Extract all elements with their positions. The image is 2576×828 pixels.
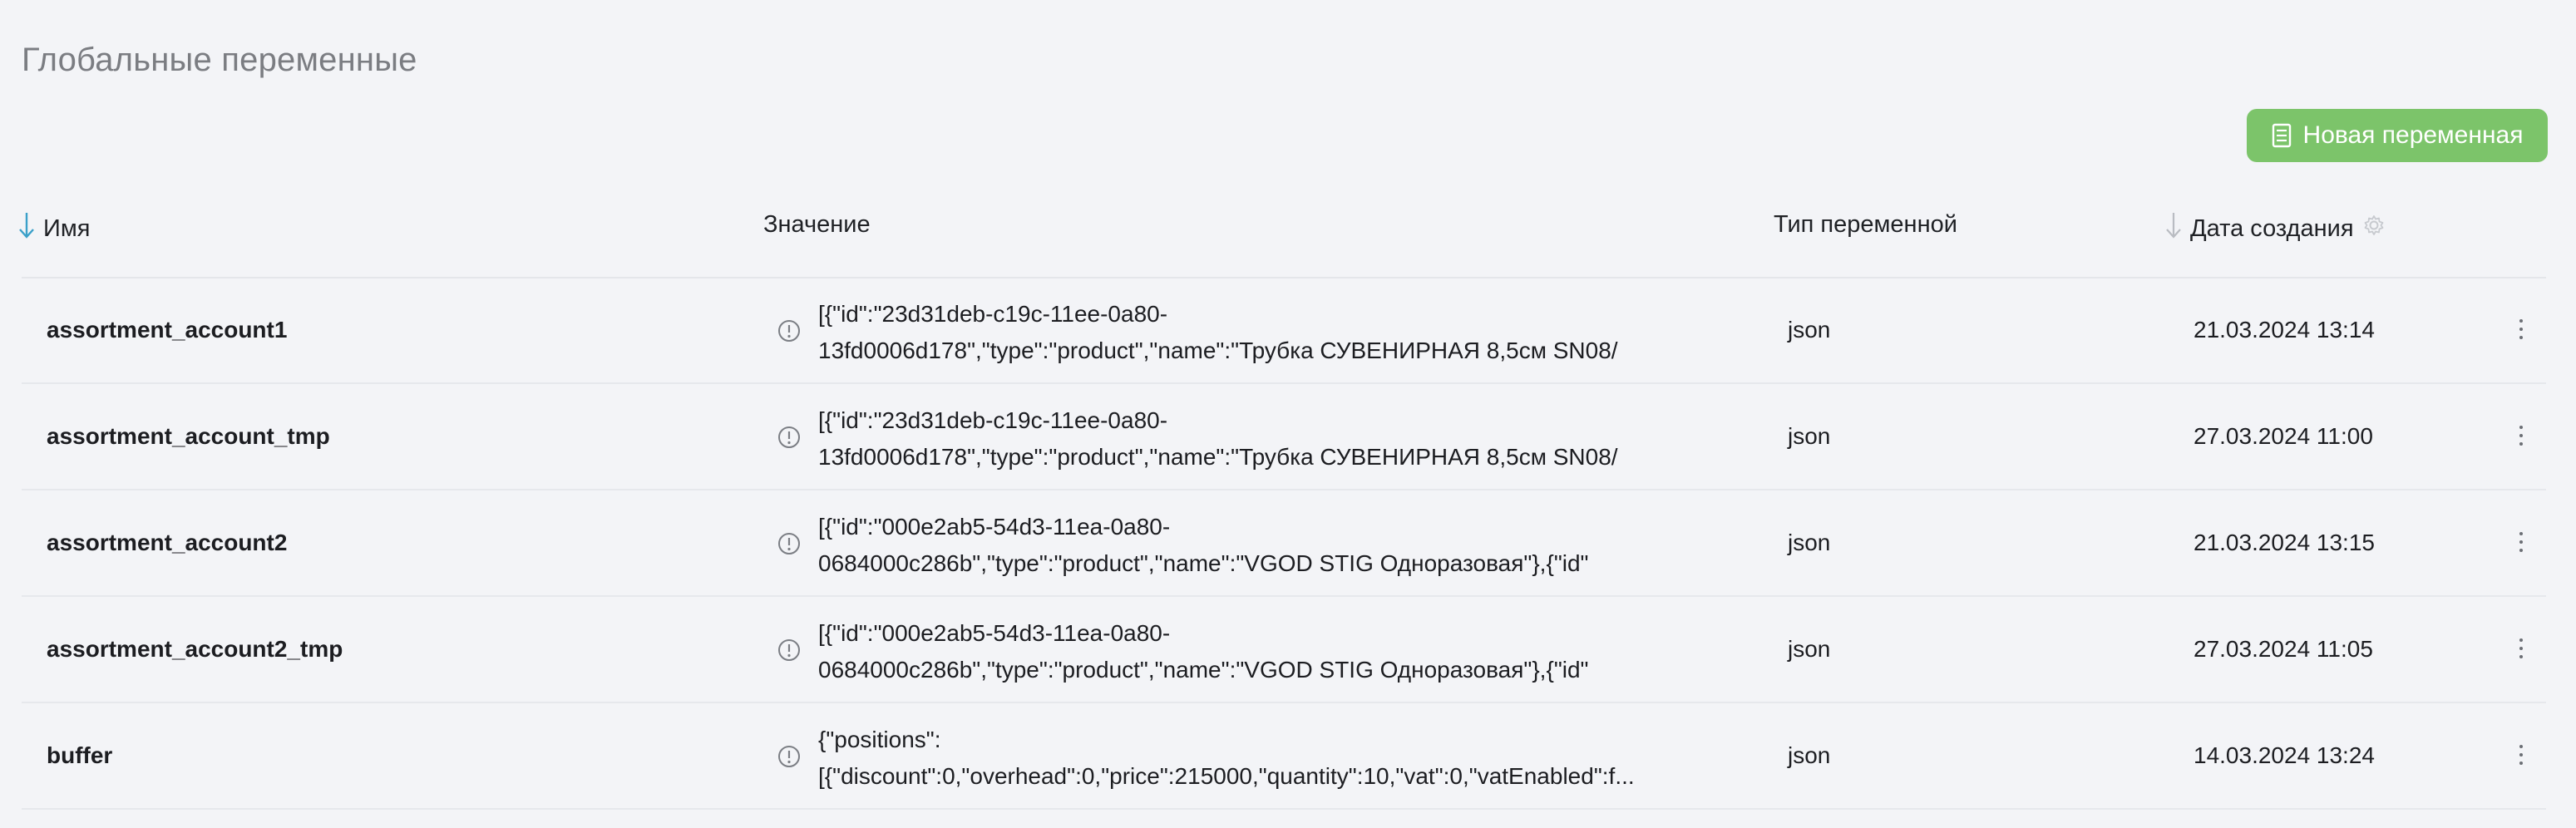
row-menu-kebab-icon[interactable] (2513, 527, 2529, 557)
variable-value-line-2: 0684000c286b","type":"product","name":"V… (818, 657, 1589, 683)
table-row[interactable]: buffer {"positions": [{"discount":0,"ove… (22, 703, 2546, 810)
variable-value-line-1: [{"id":"23d31deb-c19c-11ee-0a80- (818, 407, 1168, 433)
variable-created-date: 27.03.2024 11:05 (2194, 636, 2373, 662)
gear-icon[interactable] (2362, 214, 2386, 244)
row-menu-kebab-icon[interactable] (2513, 314, 2529, 344)
info-icon[interactable] (777, 425, 802, 450)
table-row[interactable]: assortment_account2_tmp [{"id":"000e2ab5… (22, 597, 2546, 703)
document-list-icon (2272, 123, 2292, 148)
column-label-type: Тип переменной (1774, 211, 1957, 238)
variable-value-line-1: [{"id":"000e2ab5-54d3-11ea-0a80- (818, 620, 1171, 646)
variable-name: assortment_account2 (47, 530, 288, 555)
table-row[interactable]: assortment_account1 [{"id":"23d31deb-c19… (22, 278, 2546, 384)
variable-type: json (1788, 530, 1831, 555)
column-label-created: Дата создания (2190, 214, 2354, 242)
column-header-created[interactable]: Дата создания (2165, 211, 2386, 246)
info-icon[interactable] (777, 318, 802, 343)
column-label-name: Имя (43, 214, 91, 242)
column-header-name[interactable]: Имя (18, 211, 91, 246)
row-menu-kebab-icon[interactable] (2513, 633, 2529, 663)
variable-value-line-2: 13fd0006d178","type":"product","name":"Т… (818, 338, 1618, 363)
sort-arrow-inactive-icon[interactable] (2165, 211, 2182, 246)
column-header-value[interactable]: Значение (763, 211, 871, 239)
info-icon[interactable] (777, 638, 802, 663)
column-header-type[interactable]: Тип переменной (1774, 211, 1957, 239)
variable-type: json (1788, 636, 1831, 662)
variable-name: assortment_account1 (47, 317, 288, 343)
variable-value: [{"id":"23d31deb-c19c-11ee-0a80- 13fd000… (818, 296, 1725, 369)
variable-type: json (1788, 317, 1831, 343)
variable-name: assortment_account2_tmp (47, 636, 343, 662)
variables-table-body: assortment_account1 [{"id":"23d31deb-c19… (22, 278, 2546, 810)
variable-created-date: 14.03.2024 13:24 (2194, 742, 2375, 768)
page: Глобальные переменные Новая переменная И… (0, 0, 2576, 828)
row-menu-kebab-icon[interactable] (2513, 740, 2529, 770)
variable-name: buffer (47, 742, 113, 768)
variable-created-date: 21.03.2024 13:14 (2194, 317, 2375, 343)
variable-value: [{"id":"000e2ab5-54d3-11ea-0a80- 0684000… (818, 509, 1725, 582)
new-variable-label: Новая переменная (2302, 121, 2524, 149)
variable-value-line-1: [{"id":"000e2ab5-54d3-11ea-0a80- (818, 514, 1171, 540)
column-label-value: Значение (763, 211, 871, 238)
sort-arrow-down-icon[interactable] (18, 211, 35, 246)
table-row[interactable]: assortment_account_tmp [{"id":"23d31deb-… (22, 384, 2546, 490)
table-row[interactable]: assortment_account2 [{"id":"000e2ab5-54d… (22, 490, 2546, 597)
variable-value-line-1: {"positions": (818, 727, 941, 752)
row-menu-kebab-icon[interactable] (2513, 421, 2529, 451)
variable-value-line-2: 13fd0006d178","type":"product","name":"Т… (818, 444, 1618, 470)
variable-value: [{"id":"000e2ab5-54d3-11ea-0a80- 0684000… (818, 615, 1725, 688)
variable-type: json (1788, 423, 1831, 449)
variable-created-date: 27.03.2024 11:00 (2194, 423, 2373, 449)
table-header: Имя Значение Тип переменной Дата создани… (0, 190, 2546, 264)
new-variable-button[interactable]: Новая переменная (2247, 109, 2548, 162)
variable-type: json (1788, 742, 1831, 768)
info-icon[interactable] (777, 531, 802, 556)
page-title: Глобальные переменные (22, 42, 417, 78)
variable-value-line-2: 0684000c286b","type":"product","name":"V… (818, 550, 1589, 576)
variable-value: [{"id":"23d31deb-c19c-11ee-0a80- 13fd000… (818, 402, 1725, 476)
variable-name: assortment_account_tmp (47, 423, 330, 449)
info-icon[interactable] (777, 744, 802, 769)
variable-value: {"positions": [{"discount":0,"overhead":… (818, 722, 1725, 795)
variable-created-date: 21.03.2024 13:15 (2194, 530, 2375, 555)
variable-value-line-2: [{"discount":0,"overhead":0,"price":2150… (818, 763, 1635, 789)
variable-value-line-1: [{"id":"23d31deb-c19c-11ee-0a80- (818, 301, 1168, 327)
